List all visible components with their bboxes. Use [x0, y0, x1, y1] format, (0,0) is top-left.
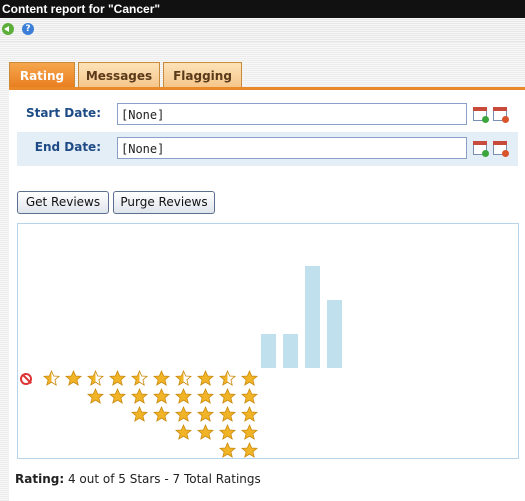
star-icon [241, 442, 258, 458]
star-icon [241, 406, 258, 422]
help-icon[interactable]: ? [22, 23, 34, 35]
bar-4.5 [327, 300, 342, 368]
window-title: Content report for "Cancer" [2, 2, 161, 16]
star-icon [219, 406, 236, 422]
calendar-add-icon[interactable] [473, 107, 489, 123]
bar-4 [305, 266, 320, 368]
star-icon [109, 370, 126, 386]
star-icon [109, 388, 126, 404]
star-icon [153, 388, 170, 404]
title-bar: Content report for "Cancer" [0, 0, 525, 18]
bar-3 [261, 334, 276, 368]
star-icon [197, 406, 214, 422]
tab-underline [9, 87, 525, 90]
get-reviews-button[interactable]: Get Reviews [17, 191, 109, 214]
star-icon [131, 388, 148, 404]
rating-summary: Rating: 4 out of 5 Stars - 7 Total Ratin… [15, 472, 261, 486]
nav-toolbar: ? [0, 18, 525, 42]
star-icon [175, 424, 192, 440]
star-icon [65, 370, 82, 386]
half-star-icon [43, 370, 60, 386]
calendar-clear-icon[interactable] [493, 141, 509, 157]
star-icon [241, 370, 258, 386]
tab-rating[interactable]: Rating [9, 62, 75, 88]
purge-reviews-button[interactable]: Purge Reviews [113, 191, 215, 214]
bar-3.5 [283, 334, 298, 368]
tab-messages[interactable]: Messages [78, 62, 160, 88]
half-star-icon [219, 370, 236, 386]
start-date-input[interactable]: [None] [117, 103, 467, 125]
rating-summary-text: 4 out of 5 Stars - 7 Total Ratings [67, 472, 261, 486]
star-icon [241, 388, 258, 404]
rating-distribution-chart [17, 223, 519, 459]
end-date-row: End Date: [None] [17, 132, 518, 166]
end-date-input[interactable]: [None] [117, 137, 467, 159]
star-icon [219, 424, 236, 440]
star-icon [87, 388, 104, 404]
rating-summary-label: Rating: [15, 472, 65, 486]
star-icon [175, 388, 192, 404]
star-icon [219, 388, 236, 404]
half-star-icon [131, 370, 148, 386]
half-star-icon [175, 370, 192, 386]
star-icon [197, 424, 214, 440]
back-arrow-icon[interactable] [2, 23, 14, 35]
no-rating-icon [20, 373, 32, 385]
half-star-icon [87, 370, 104, 386]
star-icon [131, 406, 148, 422]
start-date-label: Start Date: [25, 106, 101, 120]
star-icon [197, 370, 214, 386]
end-date-label: End Date: [34, 140, 101, 154]
star-icon [197, 388, 214, 404]
star-icon [153, 406, 170, 422]
star-icon [219, 442, 236, 458]
star-icon [241, 424, 258, 440]
calendar-add-icon[interactable] [473, 141, 489, 157]
star-icon [153, 370, 170, 386]
star-icon [175, 406, 192, 422]
start-date-row: Start Date: [None] [17, 98, 518, 133]
calendar-clear-icon[interactable] [493, 107, 509, 123]
tab-flagging[interactable]: Flagging [163, 62, 242, 88]
